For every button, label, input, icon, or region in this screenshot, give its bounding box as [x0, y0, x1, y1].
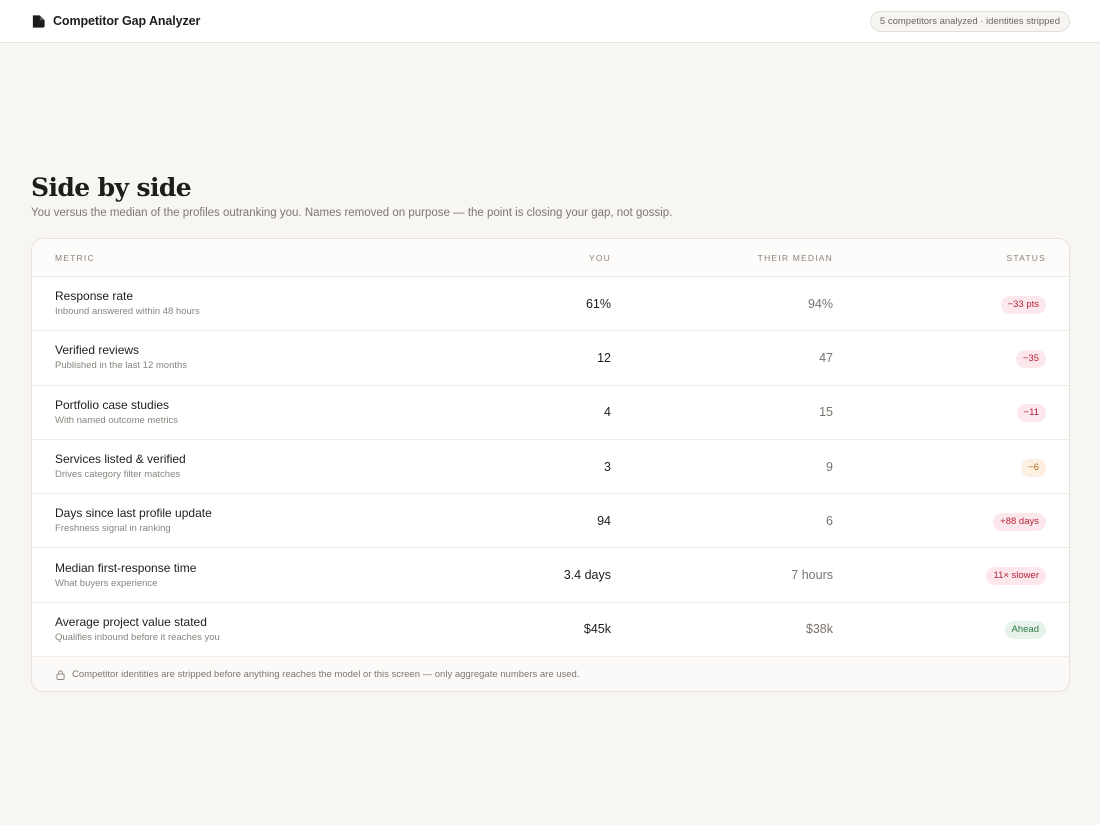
metric-name: Services listed & verified: [55, 452, 186, 467]
you-value: 12: [597, 350, 611, 365]
metric-name: Response rate: [55, 289, 134, 304]
metric-description: Qualifies inbound before it reaches you: [55, 631, 220, 643]
page-title: Side by side: [31, 173, 192, 202]
comparison-table: METRIC YOU THEIR MEDIAN STATUS Response …: [31, 238, 1070, 692]
column-header-status: STATUS: [1006, 252, 1046, 263]
you-value: 3: [604, 459, 611, 474]
you-value: 3.4 days: [563, 568, 611, 583]
page-header: Side by side You versus the median of th…: [31, 171, 1071, 219]
median-value: 7 hours: [791, 568, 833, 583]
metric-description: Published in the last 12 months: [55, 360, 188, 372]
median-value: 9: [826, 459, 833, 474]
page-subtitle: You versus the median of the profiles ou…: [31, 207, 673, 219]
app-logo-icon: [32, 14, 45, 28]
brand[interactable]: Competitor Gap Analyzer: [31, 14, 200, 29]
metric-name: Verified reviews: [55, 343, 140, 358]
lock-icon: [56, 670, 65, 680]
status-badge: −35: [1015, 349, 1046, 368]
you-value: 61%: [585, 296, 611, 311]
median-value: 94%: [807, 296, 833, 311]
status-cell: Ahead: [833, 619, 1069, 640]
analysis-status-pill: 5 competitors analyzed · identities stri…: [869, 10, 1070, 32]
metric-description: Drives category filter matches: [55, 469, 181, 481]
you-value: 94: [597, 513, 611, 528]
median-value: $38k: [805, 622, 833, 637]
median-value: 15: [819, 405, 833, 420]
median-value: 6: [826, 513, 833, 528]
privacy-note: Competitor identities are stripped befor…: [72, 669, 580, 681]
metric-cell: Services listed & verified Drives catego…: [32, 452, 434, 481]
metric-name: Median first-response time: [55, 560, 197, 575]
metric-cell: Days since last profile update Freshness…: [32, 506, 434, 535]
status-cell: 11× slower: [833, 565, 1069, 586]
table-row: Average project value stated Qualifies i…: [32, 603, 1069, 658]
status-badge: −33 pts: [1000, 295, 1046, 314]
column-header-median: THEIR MEDIAN: [757, 252, 833, 263]
status-cell: −11: [833, 402, 1069, 423]
metric-description: Freshness signal in ranking: [55, 523, 171, 535]
column-header-metric: METRIC: [55, 252, 95, 263]
status-badge: Ahead: [1004, 621, 1046, 640]
table-row: Response rate Inbound answered within 48…: [32, 277, 1069, 332]
status-cell: −35: [833, 348, 1069, 368]
metric-cell: Response rate Inbound answered within 48…: [32, 289, 434, 318]
app-title: Competitor Gap Analyzer: [53, 14, 201, 28]
metric-cell: Portfolio case studies With named outcom…: [32, 398, 434, 427]
you-value: 4: [604, 405, 611, 420]
metric-name: Average project value stated: [55, 614, 207, 629]
top-bar: Competitor Gap Analyzer 5 competitors an…: [0, 0, 1100, 43]
table-row: Verified reviews Published in the last 1…: [32, 331, 1069, 386]
table-row: Days since last profile update Freshness…: [32, 494, 1069, 549]
metric-name: Days since last profile update: [55, 506, 212, 521]
you-value: $45k: [583, 622, 611, 637]
column-header-you: YOU: [588, 252, 611, 263]
median-value: 47: [819, 350, 833, 365]
status-badge: −11: [1016, 404, 1046, 423]
metric-description: What buyers experience: [55, 577, 158, 589]
table-row: Median first-response time What buyers e…: [32, 548, 1069, 603]
metric-cell: Average project value stated Qualifies i…: [32, 615, 434, 644]
table-row: Services listed & verified Drives catego…: [32, 440, 1069, 495]
metric-cell: Verified reviews Published in the last 1…: [32, 343, 434, 372]
status-cell: −33 pts: [833, 294, 1069, 314]
table-header: METRIC YOU THEIR MEDIAN STATUS: [32, 239, 1069, 277]
metric-cell: Median first-response time What buyers e…: [32, 561, 434, 590]
status-badge: +88 days: [993, 512, 1046, 531]
metric-name: Portfolio case studies: [55, 397, 170, 412]
status-badge: −6: [1021, 458, 1046, 477]
table-row: Portfolio case studies With named outcom…: [32, 386, 1069, 440]
status-badge: 11× slower: [986, 567, 1046, 586]
status-cell: −6: [833, 457, 1069, 477]
privacy-footer: Competitor identities are stripped befor…: [32, 657, 1069, 691]
metric-description: Inbound answered within 48 hours: [55, 306, 200, 318]
metric-description: With named outcome metrics: [55, 414, 179, 426]
status-cell: +88 days: [833, 511, 1069, 531]
